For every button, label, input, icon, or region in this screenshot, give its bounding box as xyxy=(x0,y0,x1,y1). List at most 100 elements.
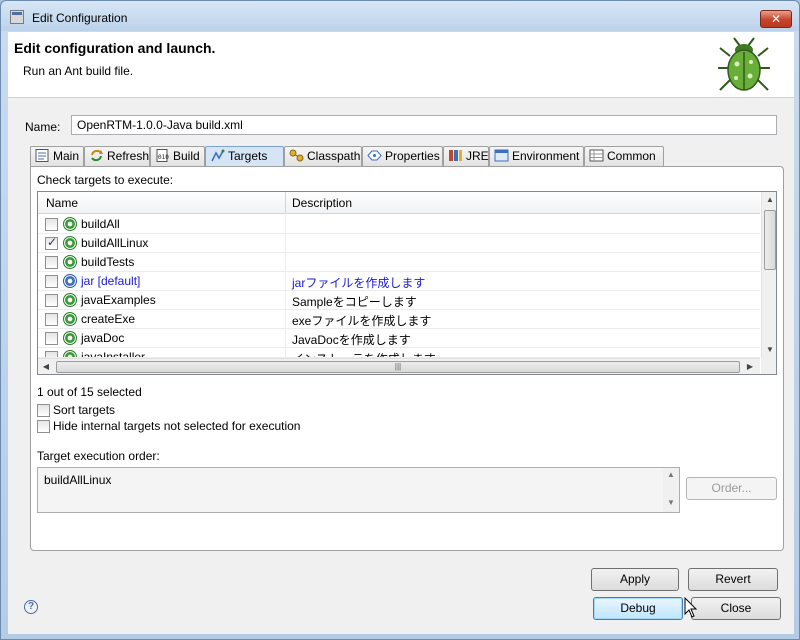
vertical-scrollbar[interactable]: ▲ ▼ xyxy=(761,192,776,358)
vertical-scroll-thumb[interactable] xyxy=(764,210,776,270)
order-field-scrollbar[interactable]: ▲ ▼ xyxy=(663,468,679,512)
target-name: buildAllLinux xyxy=(81,236,149,250)
row-checkbox[interactable] xyxy=(45,218,58,231)
target-name: buildTests xyxy=(81,255,135,269)
environment-icon xyxy=(494,149,509,162)
apply-button[interactable]: Apply xyxy=(591,568,679,591)
tab-main-label: Main xyxy=(53,149,80,163)
tab-targets[interactable]: Targets xyxy=(205,146,284,167)
row-checkbox[interactable] xyxy=(45,275,58,288)
common-icon xyxy=(589,149,604,162)
name-label: Name: xyxy=(25,120,61,134)
column-header-description[interactable]: Description xyxy=(292,196,352,210)
sort-targets-checkbox[interactable]: Sort targets xyxy=(37,403,237,419)
table-row[interactable]: javaExamples Sampleをコピーします xyxy=(38,291,760,310)
jre-icon xyxy=(449,150,462,161)
target-name: javaExamples xyxy=(81,293,156,307)
tab-environment[interactable]: Environment xyxy=(489,146,584,166)
tab-build[interactable]: 010 Build xyxy=(150,146,205,166)
targets-prompt: Check targets to execute: xyxy=(37,173,174,187)
table-row[interactable]: buildAllLinux xyxy=(38,234,760,253)
name-input[interactable]: OpenRTM-1.0.0-Java build.xml xyxy=(71,115,777,135)
selected-count: 1 out of 15 selected xyxy=(37,385,142,399)
refresh-icon xyxy=(91,149,103,162)
table-row[interactable]: javaDoc JavaDocを作成します xyxy=(38,329,760,348)
ant-target-icon xyxy=(63,312,77,326)
execution-order-field[interactable]: buildAllLinux ▲ ▼ xyxy=(37,467,680,513)
table-row[interactable]: buildTests xyxy=(38,253,760,272)
tab-classpath[interactable]: Classpath xyxy=(284,146,362,166)
column-separator[interactable] xyxy=(285,192,286,214)
row-checkbox[interactable] xyxy=(45,313,58,326)
horizontal-scrollbar[interactable]: ◀ ||| ▶ xyxy=(38,358,760,374)
hide-internal-box[interactable] xyxy=(37,420,50,433)
table-row[interactable]: createExe exeファイルを作成します xyxy=(38,310,760,329)
tab-common[interactable]: Common xyxy=(584,146,664,166)
column-divider xyxy=(285,310,286,329)
classpath-icon xyxy=(289,149,304,162)
mouse-cursor-icon xyxy=(684,597,698,618)
targets-table[interactable]: Name Description buildAll bu xyxy=(37,191,777,375)
ant-target-icon xyxy=(63,350,77,357)
ant-target-icon xyxy=(63,255,77,269)
target-name: createExe xyxy=(81,312,136,326)
column-header-name[interactable]: Name xyxy=(46,196,78,210)
target-name: javaInstaller xyxy=(81,350,146,358)
ant-target-icon xyxy=(63,293,77,307)
window-title: Edit Configuration xyxy=(32,11,128,25)
ant-target-icon xyxy=(63,236,77,250)
horizontal-scroll-thumb[interactable]: ||| xyxy=(56,361,740,373)
tab-jre-label: JRE xyxy=(466,149,489,163)
column-divider xyxy=(285,253,286,272)
target-name: jar [default] xyxy=(81,274,141,288)
tab-main[interactable]: Main xyxy=(30,146,84,166)
sort-targets-label: Sort targets xyxy=(53,403,116,417)
tab-common-label: Common xyxy=(607,149,656,163)
row-checkbox[interactable] xyxy=(45,332,58,345)
properties-icon xyxy=(367,150,382,161)
hide-internal-checkbox[interactable]: Hide internal targets not selected for e… xyxy=(37,419,437,435)
window-close-button[interactable]: ✕ xyxy=(760,10,792,28)
row-checkbox[interactable] xyxy=(45,235,58,250)
tab-environment-label: Environment xyxy=(512,149,580,163)
targets-icon xyxy=(211,149,225,162)
target-name: buildAll xyxy=(81,217,120,231)
edit-configuration-window: Edit Configuration ✕ Edit configuration … xyxy=(0,0,800,640)
dialog-header: Edit configuration and launch. Run an An… xyxy=(8,32,794,98)
dialog-client-area: Edit configuration and launch. Run an An… xyxy=(8,32,794,634)
scroll-right-arrow-icon[interactable]: ▶ xyxy=(742,359,758,374)
hide-internal-label: Hide internal targets not selected for e… xyxy=(53,419,301,433)
tab-properties-label: Properties xyxy=(385,149,440,163)
tab-refresh-label: Refresh xyxy=(107,149,150,163)
target-description: Sampleをコピーします xyxy=(292,295,417,309)
revert-button[interactable]: Revert xyxy=(688,568,778,591)
tab-build-label: Build xyxy=(173,149,200,163)
order-button[interactable]: Order... xyxy=(686,477,777,500)
title-bar[interactable]: Edit Configuration ✕ xyxy=(1,1,799,31)
row-checkbox[interactable] xyxy=(45,294,58,307)
tab-refresh[interactable]: Refresh xyxy=(84,146,150,166)
help-icon[interactable]: ? xyxy=(24,600,38,614)
row-checkbox[interactable] xyxy=(45,351,58,357)
table-row[interactable]: javaInstaller インストーラを作成します xyxy=(38,348,760,358)
scroll-up-arrow-icon[interactable]: ▲ xyxy=(762,192,776,208)
table-row[interactable]: jar [default] jarファイルを作成します xyxy=(38,272,760,291)
table-row[interactable]: buildAll xyxy=(38,215,760,234)
execution-order-label: Target execution order: xyxy=(37,449,160,463)
ant-target-icon xyxy=(63,331,77,345)
target-description: JavaDocを作成します xyxy=(292,333,411,347)
row-checkbox[interactable] xyxy=(45,256,58,269)
execution-order-value: buildAllLinux xyxy=(44,473,112,487)
tab-jre[interactable]: JRE xyxy=(443,146,489,166)
debug-bug-icon xyxy=(718,37,770,91)
ant-target-icon xyxy=(63,217,77,231)
close-button[interactable]: Close xyxy=(691,597,781,620)
sort-targets-box[interactable] xyxy=(37,404,50,417)
scroll-down-arrow-icon[interactable]: ▼ xyxy=(762,342,776,358)
tab-properties[interactable]: Properties xyxy=(362,146,443,166)
table-header: Name Description xyxy=(38,192,760,214)
scroll-left-arrow-icon[interactable]: ◀ xyxy=(38,359,54,374)
svg-text:010: 010 xyxy=(158,154,169,161)
column-divider xyxy=(285,348,286,357)
debug-button[interactable]: Debug xyxy=(593,597,683,620)
